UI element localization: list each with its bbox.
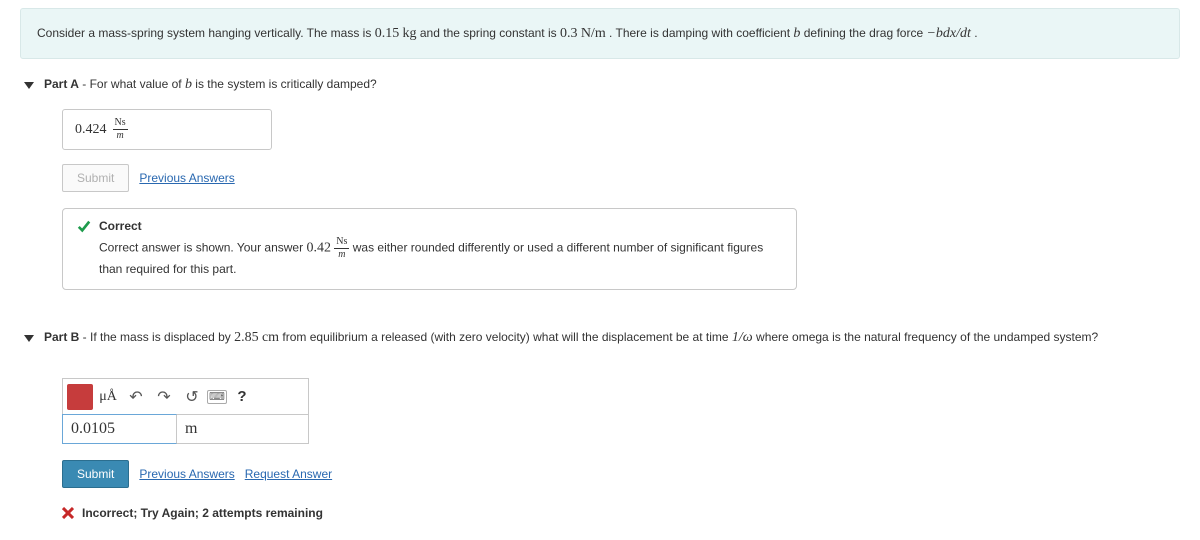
- collapse-icon[interactable]: [24, 335, 34, 342]
- drag-expression: −bdx/dt: [926, 26, 970, 41]
- part-a-question: is the system is critically damped?: [192, 77, 377, 91]
- part-b-label: Part B: [44, 330, 79, 344]
- intro-text: . There is damping with coefficient: [609, 26, 793, 40]
- intro-text: Consider a mass-spring system hanging ve…: [37, 26, 375, 40]
- part-a-question: For what value of: [90, 77, 185, 91]
- previous-answers-link[interactable]: Previous Answers: [139, 171, 234, 185]
- answer-unit: Ns m: [113, 118, 128, 141]
- check-icon: [77, 219, 91, 233]
- redo-icon[interactable]: ↷: [151, 384, 177, 410]
- intro-text: defining the drag force: [804, 26, 927, 40]
- templates-icon[interactable]: [67, 384, 93, 410]
- answer-input-group: [62, 414, 309, 444]
- undo-icon[interactable]: ↶: [123, 384, 149, 410]
- equation-toolbar: μÅ ↶ ↷ ↺ ⌨ ?: [62, 378, 309, 414]
- answer-value: 0.424: [75, 122, 107, 138]
- intro-dot: .: [974, 26, 977, 40]
- b-variable: b: [185, 77, 192, 92]
- intro-text: and the spring constant is: [420, 26, 560, 40]
- mass-value: 0.15: [375, 26, 400, 41]
- part-a-answer-display: 0.424 Ns m: [62, 109, 272, 150]
- part-a-label: Part A: [44, 77, 79, 91]
- time-expression: 1/ω: [732, 330, 753, 345]
- feedback-value: 0.42: [306, 241, 331, 256]
- k-unit: N/m: [581, 26, 606, 41]
- reset-icon[interactable]: ↺: [179, 384, 205, 410]
- problem-intro: Consider a mass-spring system hanging ve…: [20, 8, 1180, 59]
- previous-answers-link[interactable]: Previous Answers: [139, 467, 234, 481]
- incorrect-feedback: Incorrect; Try Again; 2 attempts remaini…: [62, 506, 1180, 520]
- submit-button: Submit: [62, 164, 129, 192]
- collapse-icon[interactable]: [24, 82, 34, 89]
- part-b-question: If the mass is displaced by: [90, 330, 234, 344]
- part-a-header: Part A - For what value of b is the syst…: [20, 77, 1180, 93]
- k-value: 0.3: [560, 26, 578, 41]
- part-b-title: Part B - If the mass is displaced by 2.8…: [44, 330, 1098, 346]
- part-b-header: Part B - If the mass is displaced by 2.8…: [20, 330, 1180, 346]
- x-icon: [62, 507, 74, 519]
- incorrect-text: Incorrect; Try Again; 2 attempts remaini…: [82, 506, 323, 520]
- request-answer-link[interactable]: Request Answer: [245, 467, 332, 481]
- submit-button[interactable]: Submit: [62, 460, 129, 488]
- answer-value-input[interactable]: [62, 414, 177, 444]
- help-icon[interactable]: ?: [229, 384, 255, 410]
- part-b-question: where omega is the natural frequency of …: [753, 330, 1099, 344]
- correct-feedback: Correct Correct answer is shown. Your an…: [62, 208, 797, 290]
- part-a-title: Part A - For what value of b is the syst…: [44, 77, 377, 93]
- part-b-question: from equilibrium a released (with zero v…: [279, 330, 732, 344]
- feedback-text: Correct answer is shown. Your answer: [99, 241, 306, 255]
- feedback-unit: Ns m: [334, 237, 349, 260]
- special-chars-icon[interactable]: μÅ: [95, 384, 121, 410]
- keyboard-icon[interactable]: ⌨: [207, 390, 227, 404]
- answer-unit-input[interactable]: [177, 414, 309, 444]
- correct-label: Correct: [99, 219, 142, 233]
- mass-unit: kg: [403, 26, 417, 41]
- b-variable: b: [793, 26, 800, 41]
